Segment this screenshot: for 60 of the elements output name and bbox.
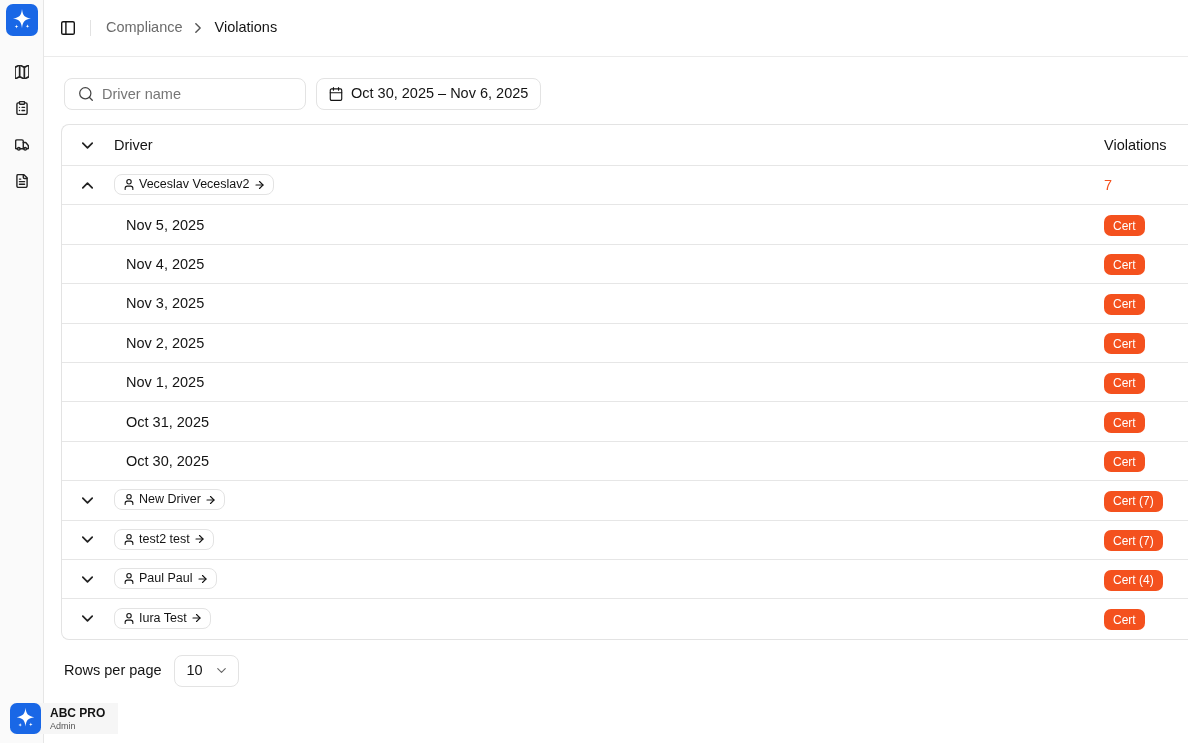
clipboard-icon[interactable] (14, 101, 29, 116)
rows-per-page-label: Rows per page (64, 660, 162, 680)
violation-count: 7 (1104, 177, 1113, 194)
expand-row-button[interactable] (82, 536, 93, 544)
violation-tag: Cert (1104, 254, 1145, 276)
driver-link[interactable]: test2 test (114, 528, 214, 550)
arrow-right-icon (197, 574, 207, 583)
driver-link[interactable]: Iura Test (114, 608, 211, 629)
driver-link[interactable]: Paul Paul (114, 568, 217, 590)
column-header: Driver (114, 137, 153, 153)
violation-date: Nov 1, 2025 (125, 374, 205, 391)
driver-link[interactable]: Veceslav Veceslav2 (114, 174, 274, 196)
arrow-right-icon (254, 180, 264, 189)
arrow-right-icon (205, 495, 215, 504)
driver-link[interactable]: New Driver (114, 489, 225, 511)
collapse-row-button[interactable] (82, 181, 93, 189)
sidebar-toggle-icon[interactable] (61, 21, 75, 35)
breadcrumb-current: Violations (214, 18, 278, 38)
violation-tag: Cert (1104, 412, 1145, 434)
expand-row-button[interactable] (82, 575, 93, 583)
violation-date: Nov 3, 2025 (125, 295, 205, 312)
person-icon (124, 533, 134, 545)
chevron-right-icon (194, 23, 201, 33)
violation-tag: Cert (1104, 451, 1145, 473)
arrow-right-icon (194, 535, 204, 544)
date-range-button[interactable]: Oct 30, 2025 – Nov 6, 2025 (316, 78, 542, 110)
violation-tag: Cert (1104, 609, 1145, 631)
search-icon (79, 87, 93, 101)
map-icon[interactable] (14, 65, 29, 79)
account-name: ABC PRO (50, 705, 106, 720)
person-icon (124, 494, 134, 506)
violation-tag: Cert (1104, 333, 1145, 355)
violation-date: Oct 30, 2025 (125, 452, 210, 469)
violation-tag: Cert (1104, 372, 1145, 394)
expand-row-button[interactable] (82, 615, 93, 623)
person-icon (124, 573, 134, 585)
chevron-down-icon (216, 668, 226, 674)
logo-icon (5, 4, 38, 36)
violation-tag: Cert (7) (1104, 490, 1163, 512)
expand-row-button[interactable] (82, 496, 93, 504)
violation-date: Nov 2, 2025 (125, 334, 205, 351)
violation-tag: Cert (7) (1104, 530, 1163, 552)
person-icon (124, 179, 134, 191)
violation-tag: Cert (1104, 215, 1145, 237)
violation-tag: Cert (4) (1104, 569, 1163, 591)
account-role: Admin (50, 719, 77, 732)
calendar-icon (329, 87, 343, 101)
violation-date: Nov 5, 2025 (125, 216, 205, 233)
arrow-right-icon (191, 614, 201, 623)
violation-tag: Cert (1104, 293, 1145, 315)
person-icon (124, 613, 134, 624)
expand-all-button[interactable] (82, 141, 93, 149)
violation-date: Nov 4, 2025 (125, 255, 205, 272)
truck-icon[interactable] (14, 137, 29, 152)
document-icon[interactable] (14, 173, 29, 188)
column-header: Violations (1104, 137, 1167, 153)
search-field[interactable]: Driver name (64, 78, 306, 110)
violation-date: Oct 31, 2025 (125, 413, 210, 430)
breadcrumb-link[interactable]: Compliance (106, 17, 183, 39)
rows-per-page-select[interactable]: 10 (173, 654, 239, 687)
